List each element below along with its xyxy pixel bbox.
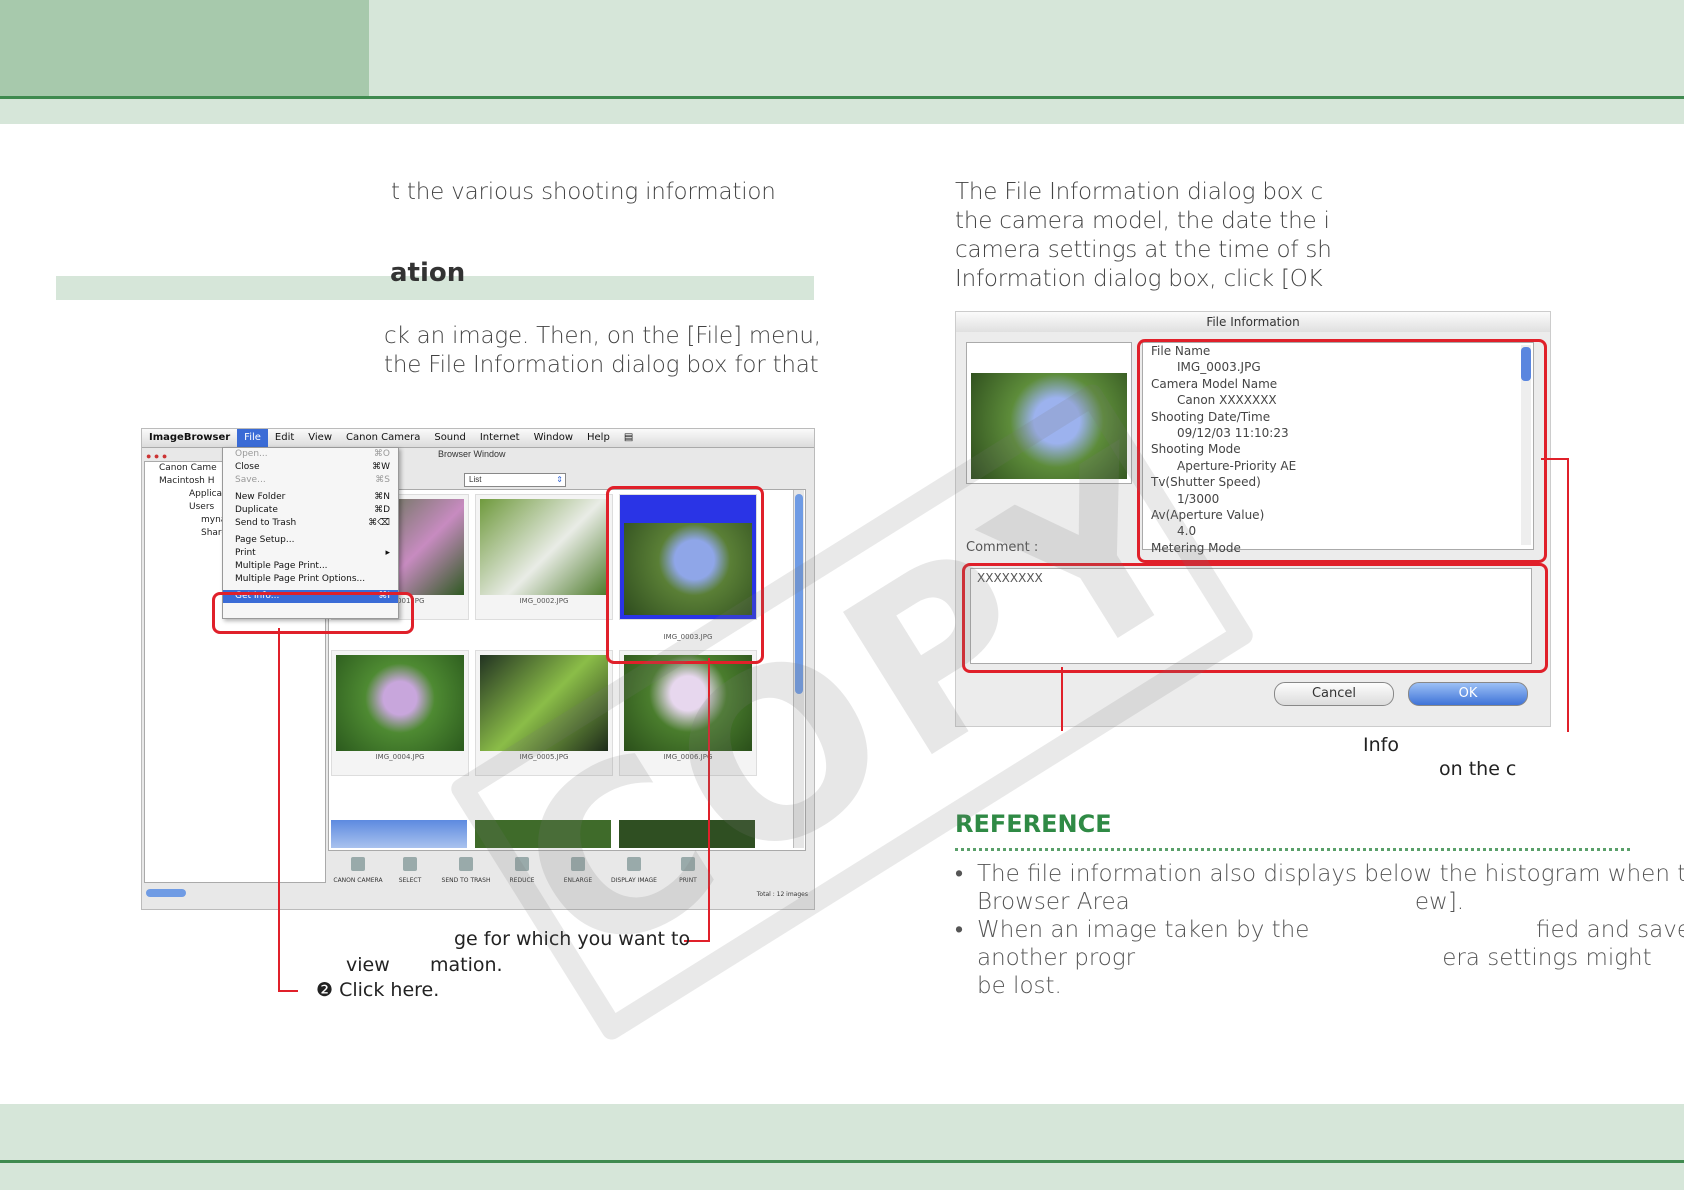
select-arrow-icon: ⇕ (556, 475, 563, 484)
menu-item-send-to-trash[interactable]: Send to Trash ⌘⌫ (223, 517, 398, 530)
info-list-highlight (1137, 339, 1547, 563)
menu-sound[interactable]: Sound (427, 429, 473, 447)
callout-line (1541, 458, 1569, 460)
right-intro-line: Information dialog box, click [OK (955, 266, 1323, 292)
thumbnail[interactable]: IMG_0004.JPG (331, 650, 469, 776)
toolbar-trash-button[interactable]: SEND TO TRASH (436, 853, 496, 884)
reference-divider (955, 846, 1630, 851)
thumbnail-partial[interactable] (331, 820, 467, 848)
right-intro-line: camera settings at the time of sh (955, 237, 1332, 263)
menu-window[interactable]: Window (527, 429, 580, 447)
thumbnail[interactable]: IMG_0002.JPG (475, 494, 613, 620)
right-intro-line: the camera model, the date the i (955, 208, 1330, 234)
toolbar-canon-camera-button[interactable]: CANON CAMERA (328, 853, 388, 884)
dialog-title: File Information (956, 312, 1550, 332)
reference-list: The file information also displays below… (955, 860, 1684, 1000)
callout-line (1567, 458, 1569, 732)
thumbnail-image (336, 655, 464, 751)
menu-item-new-folder[interactable]: New Folder ⌘N (223, 491, 398, 504)
callout-line (278, 628, 280, 992)
menu-item-page-setup[interactable]: Page Setup... (223, 534, 398, 547)
menu-item-save[interactable]: Save... ⌘S (223, 474, 398, 487)
menu-imagebrowser[interactable]: ImageBrowser (142, 429, 237, 447)
reference-title: REFERENCE (955, 810, 1112, 838)
menu-item-close[interactable]: Close ⌘W (223, 461, 398, 474)
toolbar-select-button[interactable]: SELECT (380, 853, 440, 884)
section-title: ation (390, 258, 466, 288)
menu-canon-camera[interactable]: Canon Camera (339, 429, 427, 447)
cancel-button[interactable]: Cancel (1274, 682, 1394, 706)
window-buttons-icon[interactable]: ● ● ● (146, 451, 167, 461)
callout-click: ❷ Click here. (316, 979, 440, 1001)
footer-band (0, 1104, 1684, 1190)
ok-button[interactable]: OK (1408, 682, 1528, 706)
callout-line (278, 990, 298, 992)
callout-select-line2a: view (346, 954, 390, 976)
menu-help[interactable]: Help (580, 429, 617, 447)
trash-icon (459, 857, 473, 871)
info-callout-label: Info (1363, 734, 1399, 756)
get-info-highlight (212, 592, 414, 634)
flag-icon: ▤ (623, 432, 634, 443)
thumbnail-image (480, 499, 608, 595)
on-the-callout-label: on the c (1439, 758, 1517, 780)
step-number-icon: ❷ (316, 979, 334, 1001)
menubar: ImageBrowser File Edit View Canon Camera Soun… (142, 429, 814, 448)
menu-file[interactable]: File (237, 429, 268, 447)
window-title: Browser Window (438, 449, 506, 459)
menu-item-multiple-page-print[interactable]: Multiple Page Print... (223, 560, 398, 573)
intro-line: t the various shooting information (391, 179, 776, 205)
camera-icon (351, 857, 365, 871)
select-icon (403, 857, 417, 871)
header-rule (0, 96, 1684, 99)
menu-view[interactable]: View (301, 429, 339, 447)
menu-item-open[interactable]: Open... ⌘O (223, 448, 398, 461)
menu-item-multiple-page-print-options[interactable]: Multiple Page Print Options... (223, 573, 398, 586)
step-line: the File Information dialog box for that (384, 352, 819, 378)
menu-item-duplicate[interactable]: Duplicate ⌘D (223, 504, 398, 517)
menu-internet[interactable]: Internet (473, 429, 527, 447)
reference-item: The file information also displays below… (955, 860, 1684, 916)
reference-item: When an image taken by the fied and save… (955, 916, 1684, 1000)
footer-rule (0, 1160, 1684, 1163)
view-select[interactable]: List ⇕ (464, 473, 566, 487)
horizontal-scrollbar[interactable] (146, 889, 186, 897)
menu-edit[interactable]: Edit (268, 429, 301, 447)
right-intro: The File Information dialog box c the ca… (955, 178, 1332, 294)
menu-item-print[interactable]: Print ▸ (223, 547, 398, 560)
step-text: ck an image. Then, on the [File] menu, t… (384, 322, 821, 380)
step-line: ck an image. Then, on the [File] menu, (384, 323, 821, 349)
callout-select-line2b: mation. (430, 954, 503, 976)
header-tab (0, 0, 369, 96)
right-intro-line: The File Information dialog box c (955, 179, 1323, 205)
